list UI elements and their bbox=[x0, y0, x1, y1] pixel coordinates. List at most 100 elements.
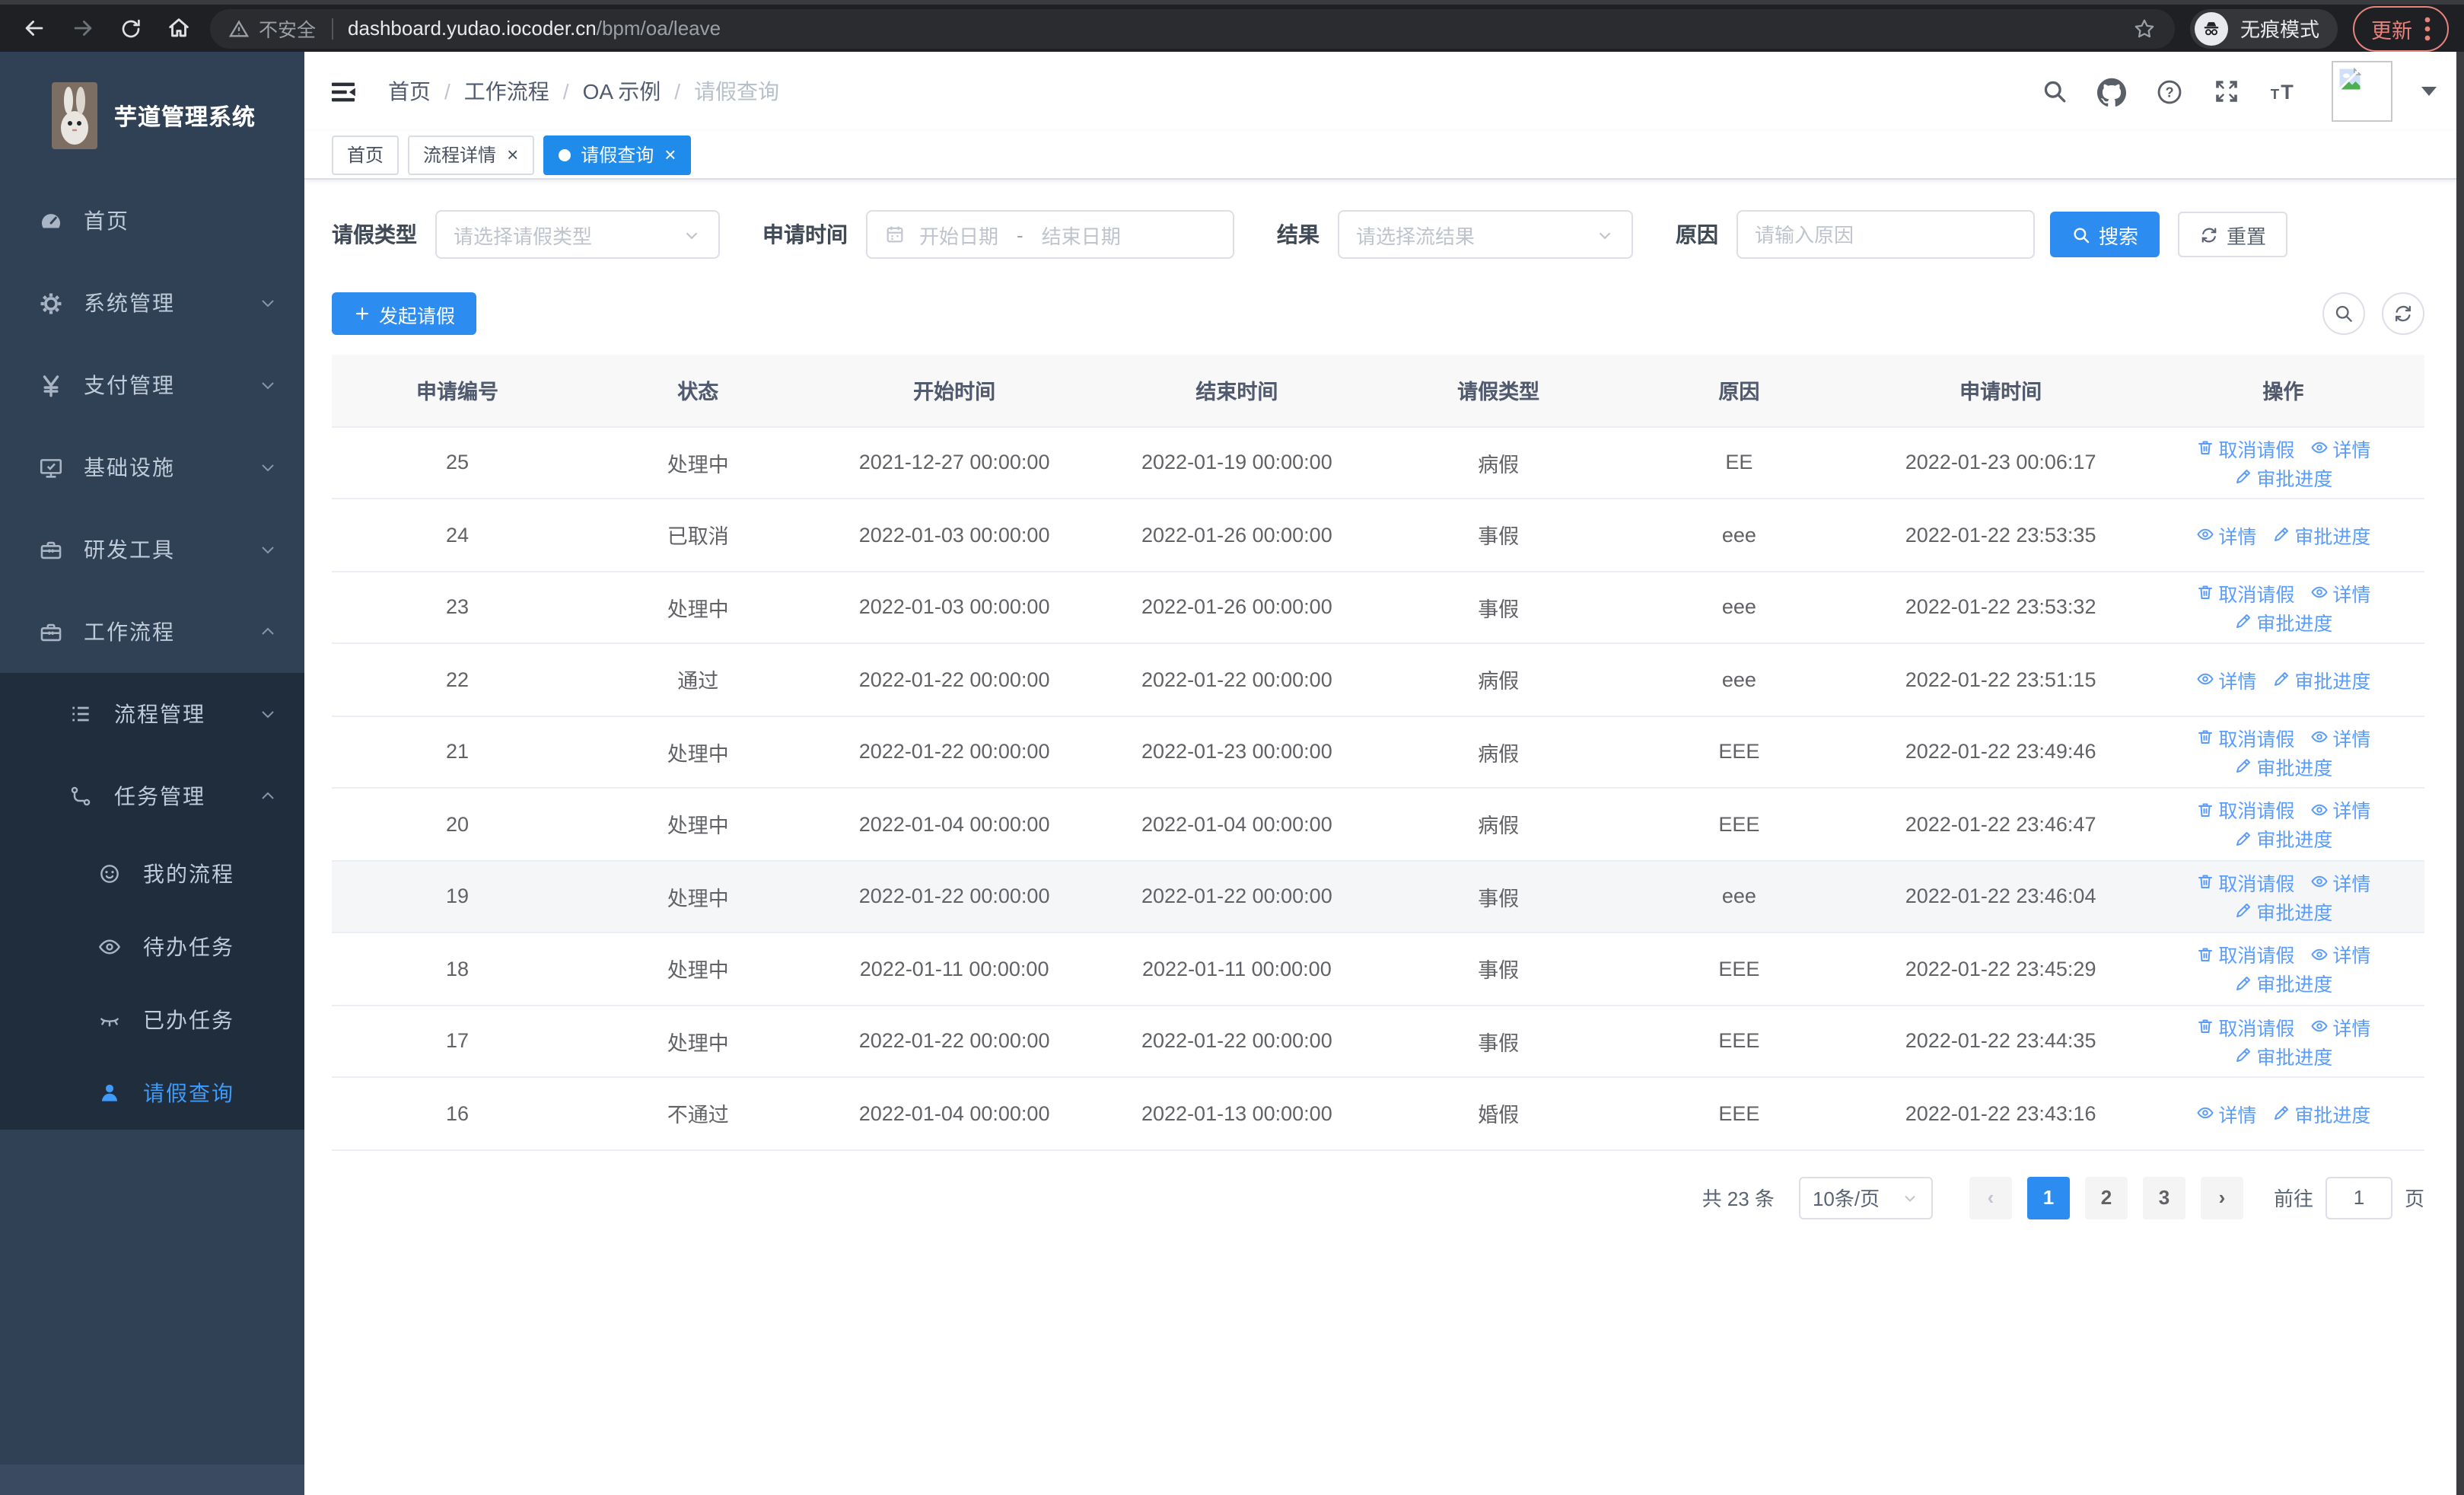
github-icon[interactable] bbox=[2097, 77, 2126, 106]
sidebar-item-todo-tasks[interactable]: 待办任务 bbox=[0, 910, 304, 983]
apply-time-daterange[interactable]: 开始日期 - 结束日期 bbox=[866, 210, 1234, 259]
action-detail-link[interactable]: 详情 bbox=[2310, 434, 2370, 463]
sidebar-footer bbox=[0, 1465, 304, 1495]
incognito-badge: 无痕模式 bbox=[2189, 8, 2338, 48]
breadcrumb-separator: / bbox=[562, 79, 569, 104]
sidebar-item-my-process[interactable]: 我的流程 bbox=[0, 837, 304, 910]
window-scrollbar[interactable] bbox=[2456, 52, 2464, 1495]
address-bar[interactable]: 不安全 dashboard.yudao.iocoder.cn/bpm/oa/le… bbox=[210, 8, 2175, 48]
sidebar-item-leave-query[interactable]: 请假查询 bbox=[0, 1057, 304, 1130]
range-separator: - bbox=[1017, 223, 1023, 246]
breadcrumb-item[interactable]: OA 示例 bbox=[583, 76, 661, 107]
avatar[interactable] bbox=[2332, 61, 2392, 122]
sidebar-item-infra[interactable]: 基础设施 bbox=[0, 426, 304, 508]
tab-leave-query[interactable]: 请假查询 × bbox=[543, 135, 692, 174]
search-toggle-button[interactable] bbox=[2322, 292, 2365, 335]
result-label: 结果 bbox=[1277, 222, 1320, 247]
action-cancel-link[interactable]: 取消请假 bbox=[2195, 795, 2294, 824]
help-icon[interactable]: ? bbox=[2155, 77, 2184, 106]
search-button[interactable]: 搜索 bbox=[2050, 212, 2160, 257]
action-detail-link[interactable]: 详情 bbox=[2310, 868, 2370, 897]
sidebar-item-payment[interactable]: 支付管理 bbox=[0, 344, 304, 426]
action-detail-link[interactable]: 详情 bbox=[2310, 795, 2370, 824]
leave-type-select[interactable]: 请选择请假类型 bbox=[435, 210, 720, 259]
action-progress-link[interactable]: 审批进度 bbox=[2233, 824, 2332, 853]
next-page-button[interactable]: › bbox=[2200, 1176, 2243, 1219]
page-size-select[interactable]: 10条/页 bbox=[1798, 1176, 1933, 1219]
sidebar-item-task-mgmt[interactable]: 任务管理 bbox=[0, 755, 304, 837]
breadcrumb-item[interactable]: 工作流程 bbox=[464, 76, 549, 107]
url-text: dashboard.yudao.iocoder.cn/bpm/oa/leave bbox=[348, 17, 721, 40]
sidebar-item-system[interactable]: 系统管理 bbox=[0, 262, 304, 344]
action-cancel-link[interactable]: 取消请假 bbox=[2195, 579, 2294, 607]
action-detail-link[interactable]: 详情 bbox=[2195, 665, 2256, 694]
browser-home-icon[interactable] bbox=[166, 15, 192, 41]
browser-update-button[interactable]: 更新 bbox=[2353, 5, 2449, 51]
create-leave-button[interactable]: 发起请假 bbox=[332, 292, 477, 335]
cell-leave_type: 病假 bbox=[1378, 426, 1619, 499]
sidebar-item-done-tasks[interactable]: 已办任务 bbox=[0, 983, 304, 1057]
tab-home[interactable]: 首页 bbox=[332, 135, 400, 174]
action-progress-link[interactable]: 审批进度 bbox=[2271, 665, 2370, 694]
action-progress-link[interactable]: 审批进度 bbox=[2233, 607, 2332, 636]
action-detail-link[interactable]: 详情 bbox=[2310, 579, 2370, 607]
chevron-down-icon bbox=[259, 294, 277, 312]
browser-reload-icon[interactable] bbox=[119, 16, 143, 40]
tab-process-detail[interactable]: 流程详情 × bbox=[408, 135, 534, 174]
action-cancel-link[interactable]: 取消请假 bbox=[2195, 434, 2294, 463]
action-detail-link[interactable]: 详情 bbox=[2195, 521, 2256, 550]
close-icon[interactable]: × bbox=[664, 145, 676, 164]
reset-button[interactable]: 重置 bbox=[2178, 212, 2288, 257]
search-icon bbox=[2071, 225, 2091, 244]
sidebar-item-devtools[interactable]: 研发工具 bbox=[0, 508, 304, 591]
action-detail-link[interactable]: 详情 bbox=[2195, 1099, 2256, 1128]
prev-page-button[interactable]: ‹ bbox=[1969, 1176, 2012, 1219]
browser-back-icon[interactable] bbox=[21, 15, 47, 41]
avatar-caret-icon[interactable] bbox=[2421, 87, 2437, 96]
fullscreen-icon[interactable] bbox=[2213, 78, 2240, 105]
page-button-2[interactable]: 2 bbox=[2084, 1176, 2128, 1219]
breadcrumb-item-current: 请假查询 bbox=[694, 79, 780, 104]
sidebar-item-workflow[interactable]: 工作流程 bbox=[0, 591, 304, 673]
sidebar-item-home[interactable]: 首页 bbox=[0, 180, 304, 262]
bookmark-star-icon[interactable] bbox=[2132, 16, 2157, 40]
close-icon[interactable]: × bbox=[507, 145, 518, 164]
action-progress-link[interactable]: 审批进度 bbox=[2271, 1099, 2370, 1128]
search-icon[interactable] bbox=[2041, 78, 2068, 105]
incognito-label: 无痕模式 bbox=[2240, 18, 2319, 41]
leave-table: 申请编号 状态 开始时间 结束时间 请假类型 原因 申请时间 操作 25 处理中 2… bbox=[332, 355, 2424, 1150]
reason-input[interactable] bbox=[1755, 223, 2017, 246]
action-progress-link[interactable]: 审批进度 bbox=[2233, 752, 2332, 781]
svg-text:T: T bbox=[2271, 86, 2280, 102]
action-progress-link[interactable]: 审批进度 bbox=[2233, 1041, 2332, 1070]
cell-leave_type: 病假 bbox=[1378, 716, 1619, 789]
action-detail-link[interactable]: 详情 bbox=[2310, 723, 2370, 752]
font-size-icon[interactable]: TT bbox=[2269, 78, 2303, 105]
cell-status: 处理中 bbox=[583, 860, 813, 933]
action-cancel-link[interactable]: 取消请假 bbox=[2195, 940, 2294, 969]
action-progress-link[interactable]: 审批进度 bbox=[2271, 521, 2370, 550]
action-progress-link[interactable]: 审批进度 bbox=[2233, 897, 2332, 926]
cell-end_time: 2022-01-26 00:00:00 bbox=[1095, 571, 1378, 644]
page-button-3[interactable]: 3 bbox=[2142, 1176, 2185, 1219]
goto-page-input[interactable] bbox=[2325, 1176, 2392, 1219]
refresh-table-button[interactable] bbox=[2382, 292, 2424, 335]
browser-menu-dots-icon[interactable] bbox=[2424, 16, 2431, 40]
action-cancel-link[interactable]: 取消请假 bbox=[2195, 723, 2294, 752]
page-button-1[interactable]: 1 bbox=[2026, 1176, 2070, 1219]
cell-apply_time: 2022-01-22 23:44:35 bbox=[1859, 1005, 2142, 1078]
action-cancel-link[interactable]: 取消请假 bbox=[2195, 868, 2294, 897]
browser-forward-icon[interactable] bbox=[70, 15, 96, 41]
action-progress-link[interactable]: 审批进度 bbox=[2233, 969, 2332, 998]
action-detail-link[interactable]: 详情 bbox=[2310, 1012, 2370, 1041]
active-dot bbox=[558, 148, 571, 161]
action-progress-link[interactable]: 审批进度 bbox=[2233, 463, 2332, 492]
result-select[interactable]: 请选择流结果 bbox=[1338, 210, 1633, 259]
pen-icon bbox=[2233, 613, 2252, 631]
breadcrumb-item[interactable]: 首页 bbox=[388, 76, 431, 107]
action-cancel-link[interactable]: 取消请假 bbox=[2195, 1012, 2294, 1041]
cell-id: 20 bbox=[332, 788, 583, 861]
sidebar-item-process-mgmt[interactable]: 流程管理 bbox=[0, 673, 304, 755]
sidebar-collapse-icon[interactable] bbox=[329, 77, 358, 106]
action-detail-link[interactable]: 详情 bbox=[2310, 940, 2370, 969]
